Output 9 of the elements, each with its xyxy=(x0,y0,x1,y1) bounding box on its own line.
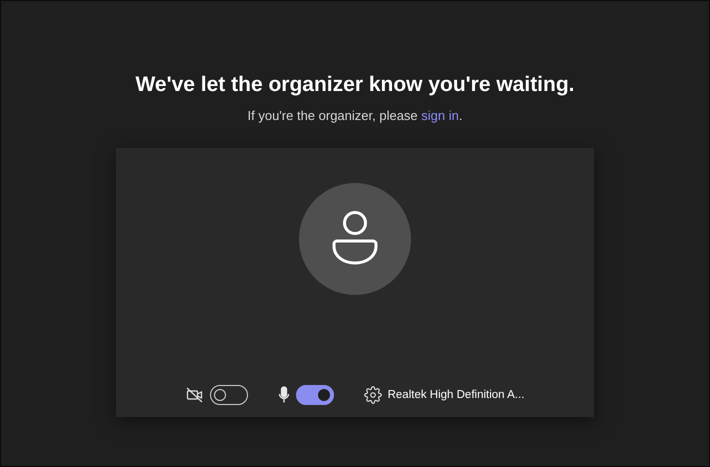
settings-icon[interactable] xyxy=(364,386,382,404)
sign-in-link[interactable]: sign in xyxy=(421,108,459,123)
microphone-icon xyxy=(278,386,290,404)
camera-off-icon xyxy=(186,387,204,403)
subtitle: If you're the organizer, please sign in. xyxy=(248,107,462,125)
heading: We've let the organizer know you're waiting. xyxy=(135,72,575,98)
camera-toggle[interactable] xyxy=(210,385,248,405)
microphone-toggle[interactable] xyxy=(296,385,334,405)
audio-device-label[interactable]: Realtek High Definition A... xyxy=(388,389,524,401)
